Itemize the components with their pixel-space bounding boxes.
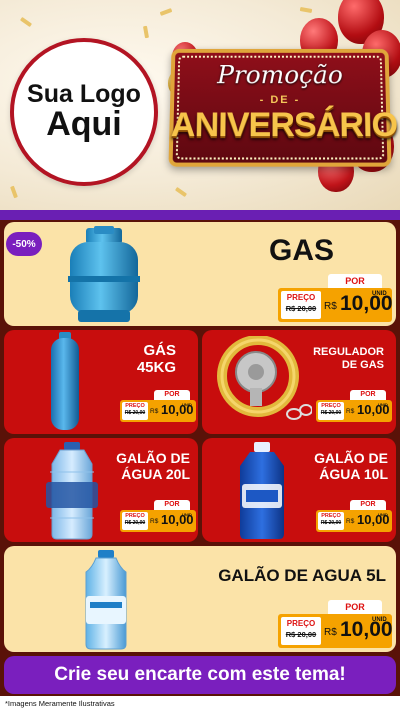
product-card-gas[interactable]: GAS POR PREÇO R$ 20,00 R$ 10,00 UNID bbox=[4, 222, 396, 326]
currency: R$ bbox=[346, 518, 355, 525]
preco-label: PREÇO bbox=[125, 403, 145, 409]
preco-label: PREÇO bbox=[321, 513, 341, 519]
logo-line2: Aqui bbox=[46, 105, 122, 144]
product-name: GAS bbox=[268, 234, 334, 267]
por-label: POR bbox=[328, 274, 382, 288]
disclaimer-text: *Imagens Meramente Ilustrativas bbox=[0, 696, 400, 711]
water-jug-20l-icon bbox=[46, 442, 98, 540]
water-jug-10l-icon bbox=[240, 442, 284, 539]
preco-label: PREÇO bbox=[286, 293, 316, 302]
currency: R$ bbox=[346, 408, 355, 415]
logo-placeholder: Sua Logo Aqui bbox=[10, 38, 158, 186]
por-label: POR bbox=[350, 500, 386, 510]
currency: R$ bbox=[324, 301, 337, 312]
unit-label: UNID bbox=[372, 617, 387, 623]
old-price: R$ 20,00 bbox=[320, 520, 342, 526]
promo-de: - DE - bbox=[259, 94, 301, 107]
product-card-galao-20l[interactable]: GALÃO DE ÁGUA 20L POR PREÇO R$ 20,00 R$ … bbox=[4, 438, 198, 542]
gas-cylinder-icon bbox=[68, 226, 140, 322]
header-banner: Sua Logo Aqui Promoção - DE - ANIVERSÁRI… bbox=[0, 0, 400, 210]
por-label: POR bbox=[350, 390, 386, 400]
preco-label: PREÇO bbox=[321, 403, 341, 409]
unit-label: UNID bbox=[378, 512, 388, 517]
gas-45kg-cylinder-icon bbox=[51, 332, 79, 430]
water-bottle-5l-icon bbox=[85, 550, 127, 650]
old-price: R$ 20,00 bbox=[285, 630, 317, 639]
product-name: REGULADOR DE GAS bbox=[313, 346, 384, 371]
product-card-galao-10l[interactable]: GALÃO DE ÁGUA 10L POR PREÇO R$ 20,00 R$ … bbox=[202, 438, 396, 542]
currency: R$ bbox=[324, 627, 337, 638]
product-name: GALÃO DE AGUA 5L bbox=[218, 566, 386, 585]
old-price: R$ 20,00 bbox=[124, 410, 146, 416]
product-name: GÁS 45KG bbox=[136, 342, 176, 377]
old-price: R$ 20,00 bbox=[285, 304, 317, 313]
unit-label: UNID bbox=[182, 512, 192, 517]
por-label: POR bbox=[154, 500, 190, 510]
product-card-gas-45kg[interactable]: GÁS 45KG POR PREÇO R$ 20,00 R$ 10,00 UNI… bbox=[4, 330, 198, 434]
product-name: GALÃO DE ÁGUA 10L bbox=[314, 450, 388, 483]
gas-regulator-icon bbox=[217, 336, 312, 420]
currency: R$ bbox=[150, 518, 159, 525]
promo-aniversario: ANIVERSÁRIO bbox=[170, 106, 398, 145]
unit-label: UNID bbox=[378, 402, 388, 407]
divider-bar bbox=[0, 210, 400, 220]
discount-badge: -50% bbox=[6, 232, 42, 256]
product-card-regulador[interactable]: REGULADOR DE GAS POR PREÇO R$ 20,00 R$ 1… bbox=[202, 330, 396, 434]
logo-line1: Sua Logo bbox=[27, 80, 141, 109]
promo-sign: Promoção - DE - ANIVERSÁRIO bbox=[168, 48, 398, 167]
old-price: R$ 20,00 bbox=[124, 520, 146, 526]
promo-title: Promoção bbox=[216, 60, 344, 90]
preco-label: PREÇO bbox=[125, 513, 145, 519]
unit-label: UNID bbox=[372, 291, 387, 297]
preco-label: PREÇO bbox=[286, 619, 316, 628]
old-price: R$ 20,00 bbox=[320, 410, 342, 416]
product-card-galao-5l[interactable]: GALÃO DE AGUA 5L POR PREÇO R$ 20,00 R$ 1… bbox=[4, 546, 396, 652]
currency: R$ bbox=[150, 408, 159, 415]
product-name: GALÃO DE ÁGUA 20L bbox=[116, 450, 190, 483]
unit-label: UNID bbox=[182, 402, 192, 407]
por-label: POR bbox=[328, 600, 382, 614]
cta-button[interactable]: Crie seu encarte com este tema! bbox=[4, 656, 396, 694]
por-label: POR bbox=[154, 390, 190, 400]
